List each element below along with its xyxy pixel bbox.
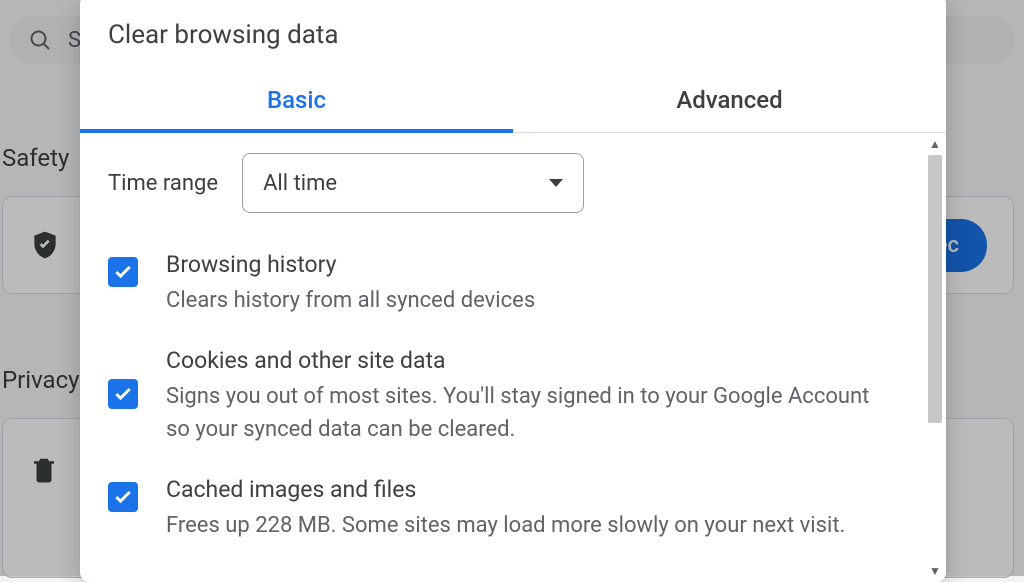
time-range-label: Time range xyxy=(108,171,218,196)
option-desc: Clears history from all synced devices xyxy=(166,284,884,317)
scroll-up-icon[interactable]: ▲ xyxy=(926,135,944,153)
option-title: Cookies and other site data xyxy=(166,347,884,374)
checkmark-icon xyxy=(113,384,133,404)
option-cached[interactable]: Cached images and files Frees up 228 MB.… xyxy=(108,476,884,542)
dialog-tabs: Basic Advanced xyxy=(80,70,946,133)
option-desc: Frees up 228 MB. Some sites may load mor… xyxy=(166,509,884,542)
option-title: Cached images and files xyxy=(166,476,884,503)
option-browsing-history[interactable]: Browsing history Clears history from all… xyxy=(108,251,884,317)
scroll-down-icon[interactable]: ▼ xyxy=(926,562,944,580)
checkmark-icon xyxy=(113,487,133,507)
clear-browsing-data-dialog: Clear browsing data Basic Advanced Time … xyxy=(80,0,946,582)
time-range-row: Time range All time xyxy=(108,153,884,213)
scrollbar[interactable]: ▲ ▼ xyxy=(924,133,946,582)
checkbox-cached[interactable] xyxy=(108,482,138,512)
checkbox-cookies[interactable] xyxy=(108,379,138,409)
time-range-value: All time xyxy=(263,171,337,196)
time-range-select[interactable]: All time xyxy=(242,153,584,213)
scroll-thumb[interactable] xyxy=(928,155,942,423)
dialog-scroll-area: Time range All time Browsing history Cle… xyxy=(80,133,946,582)
tab-basic[interactable]: Basic xyxy=(80,70,513,132)
checkmark-icon xyxy=(113,262,133,282)
tab-advanced[interactable]: Advanced xyxy=(513,70,946,132)
option-desc: Signs you out of most sites. You'll stay… xyxy=(166,380,884,446)
chevron-down-icon xyxy=(549,179,563,187)
checkbox-browsing-history[interactable] xyxy=(108,257,138,287)
option-cookies[interactable]: Cookies and other site data Signs you ou… xyxy=(108,347,884,446)
option-title: Browsing history xyxy=(166,251,884,278)
dialog-title: Clear browsing data xyxy=(80,0,946,70)
